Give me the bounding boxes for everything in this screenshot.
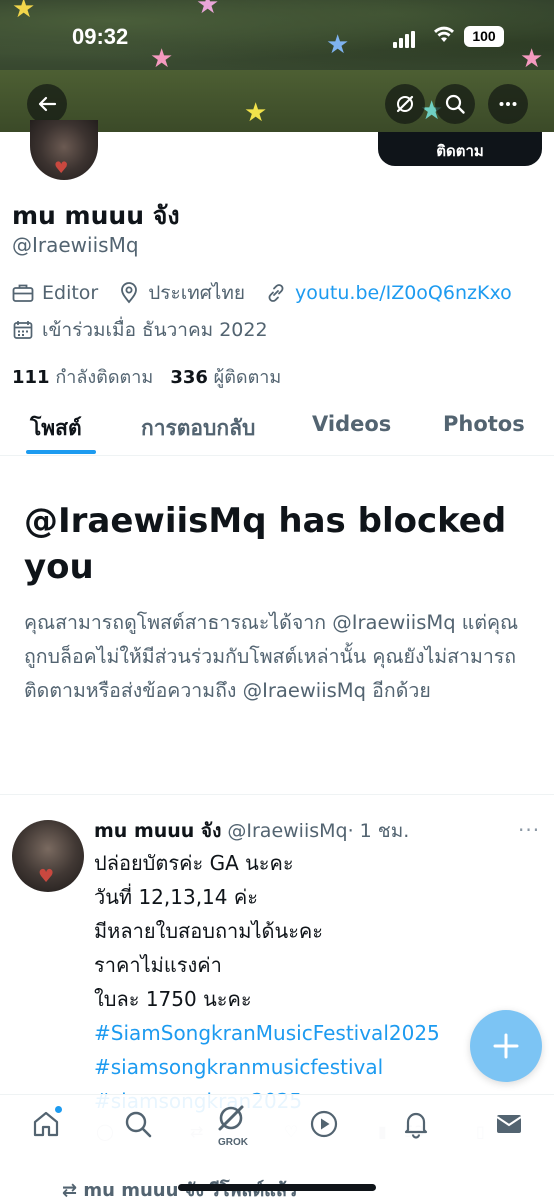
tab-videos[interactable]: Videos [312,412,391,436]
home-indicator [178,1184,376,1191]
hashtag-link[interactable]: #siamsongkranmusicfestival [94,1050,534,1084]
follow-button[interactable]: ติดตาม [378,132,542,166]
grok-button[interactable] [385,84,425,124]
active-tab-indicator [26,450,96,454]
tab-photos[interactable]: Photos [443,412,525,436]
tab-replies[interactable]: การตอบกลับ [141,412,255,445]
profile-avatar[interactable]: ♥ [30,120,98,180]
profile-link[interactable]: youtu.be/IZ0oQ6nzKxo [265,282,512,304]
plus-icon [493,1033,519,1059]
divider [0,794,554,795]
job-label: Editor [42,282,99,304]
hashtag-link[interactable]: #SiamSongkranMusicFestival2025 [94,1016,534,1050]
profile-tabs: โพสต์ การตอบกลับ Videos Photos [0,400,554,456]
post-author-name[interactable]: mu muuu จัง [94,820,221,842]
home-unread-dot [55,1106,62,1113]
display-name: mu muuu จัง [12,201,180,230]
post-avatar[interactable]: ♥ [12,820,84,892]
post-header: mu muuu จัง @IraewiisMq· 1 ชม. [94,816,409,846]
status-bar: 09:32 100 [0,0,554,70]
calendar-icon [12,319,34,341]
profile-joined: เข้าร่วมเมื่อ ธันวาคม 2022 [12,316,268,344]
location-label: ประเทศไทย [148,282,245,304]
post-text: ปล่อยบัตรค่ะ GA นะคะ วันที่ 12,13,14 ค่ะ… [94,846,534,1118]
profile-meta: Editor ประเทศไทย youtu.be/IZ0oQ6nzKxo [12,279,532,307]
tab-posts[interactable]: โพสต์ [30,412,82,445]
post-line: ราคาไม่แรงค่า [94,953,222,977]
signal-icon [393,29,417,48]
blocked-title: @IraewiisMq has blocked you [24,501,507,587]
post-more-icon[interactable]: ··· [518,818,540,842]
grok-icon [396,95,414,113]
followers-label: ผู้ติดตาม [213,367,282,388]
video-icon[interactable] [308,1108,340,1140]
following-label: กำลังติดตาม [55,367,154,388]
post-line: ปล่อยบัตรค่ะ GA นะคะ [94,851,294,875]
following-link[interactable]: 111 กำลังติดตาม [12,367,153,388]
messages-icon[interactable] [493,1108,525,1140]
profile-location: ประเทศไทย [118,278,245,308]
post-time: · 1 ชม. [347,820,410,842]
search-icon [445,94,465,114]
more-button[interactable] [488,84,528,124]
search-button[interactable] [435,84,475,124]
compose-button[interactable] [470,1010,542,1082]
grok-nav-icon[interactable] [215,1102,247,1134]
arrow-left-icon [38,96,57,112]
explore-search-icon[interactable] [122,1108,154,1140]
post-line: มีหลายใบสอบถามได้นะคะ [94,919,324,943]
following-count: 111 [12,367,50,388]
post-line: วันที่ 12,13,14 ค่ะ [94,885,258,909]
follow-counts: 111 กำลังติดตาม 336 ผู้ติดตาม [12,362,281,391]
profile-job: Editor [12,282,98,304]
link-label[interactable]: youtu.be/IZ0oQ6nzKxo [295,282,512,304]
blocked-description: คุณสามารถดูโพสต์สาธารณะได้จาก @IraewiisM… [24,611,519,702]
post-line: ใบละ 1750 นะคะ [94,987,252,1011]
grok-label: GROK [218,1137,248,1148]
wifi-icon [434,26,454,42]
battery-icon: 100 [464,26,504,47]
heart-icon: ♥ [38,866,55,887]
heart-icon: ♥ [54,158,69,177]
more-icon [499,102,517,106]
joined-label: เข้าร่วมเมื่อ ธันวาคม 2022 [42,319,268,341]
notifications-icon[interactable] [400,1108,432,1140]
post-author-handle[interactable]: @IraewiisMq [227,820,347,842]
link-icon [265,282,287,304]
clock: 09:32 [72,24,129,49]
followers-link[interactable]: 336 ผู้ติดตาม [170,367,281,388]
briefcase-icon [12,282,34,304]
back-button[interactable] [27,84,67,124]
profile-handle: @IraewiisMq [12,233,139,257]
followers-count: 336 [170,367,208,388]
star-decoration: ★ [244,98,268,128]
location-pin-icon [118,282,140,304]
